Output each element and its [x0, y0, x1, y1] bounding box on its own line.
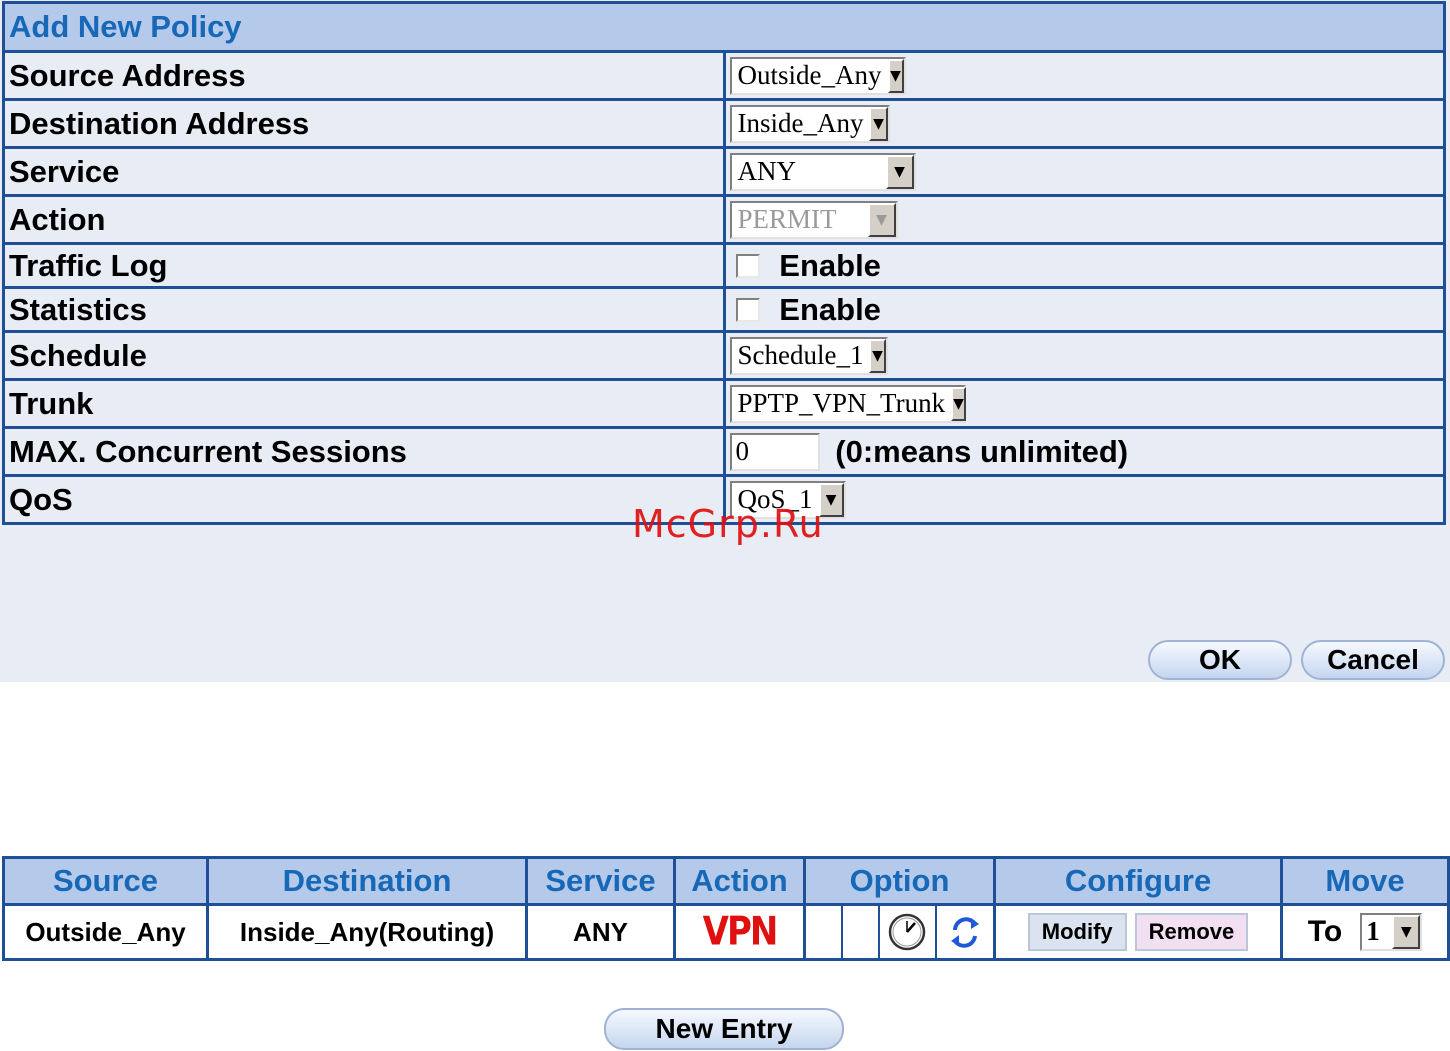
chevron-down-icon[interactable]: ▼ — [885, 154, 914, 189]
row-move: To 1 ▼ — [1280, 903, 1450, 961]
vpn-icon: VPN — [702, 909, 779, 955]
add-policy-panel: Add New Policy Source Address Outside_An… — [0, 0, 1450, 682]
table-row: Outside_Any Inside_Any(Routing) ANY VPN — [2, 903, 1450, 961]
new-entry-button[interactable]: New Entry — [604, 1008, 844, 1050]
traffic-log-checkbox[interactable] — [735, 253, 760, 278]
qos-label: QoS — [2, 474, 726, 525]
watermark-text: McGrp.Ru — [632, 502, 824, 546]
action-value: PERMIT — [737, 203, 837, 234]
move-position-value: 1 — [1366, 916, 1380, 946]
row-source: Outside_Any — [2, 903, 209, 961]
trunk-value: PPTP_VPN_Trunk — [737, 387, 946, 418]
destination-address-value: Inside_Any — [737, 107, 864, 138]
max-sessions-hint: (0:means unlimited) — [835, 433, 1129, 469]
row-configure: Modify Remove — [993, 903, 1283, 961]
form-title: Add New Policy — [2, 1, 1446, 53]
header-configure: Configure — [993, 856, 1283, 906]
chevron-down-icon[interactable]: ▼ — [887, 58, 904, 93]
ok-button[interactable]: OK — [1148, 640, 1292, 680]
chevron-down-icon: ▼ — [867, 202, 896, 237]
header-move: Move — [1280, 856, 1450, 906]
header-destination: Destination — [206, 856, 528, 906]
trunk-label: Trunk — [2, 378, 726, 429]
max-sessions-input[interactable]: 0 — [729, 432, 820, 471]
statistics-label: Statistics — [2, 286, 726, 333]
source-address-value: Outside_Any — [737, 59, 882, 90]
schedule-label: Schedule — [2, 330, 726, 381]
option-empty-2 — [843, 906, 881, 958]
row-service: ANY — [525, 903, 676, 961]
header-action: Action — [673, 856, 806, 906]
destination-address-label: Destination Address — [2, 98, 726, 149]
header-service: Service — [525, 856, 676, 906]
service-label: Service — [2, 146, 726, 197]
trunk-select[interactable]: PPTP_VPN_Trunk ▼ — [729, 384, 966, 423]
cancel-button[interactable]: Cancel — [1301, 640, 1445, 680]
policy-list-table: Source Destination Service Action Option… — [2, 856, 1450, 961]
traffic-log-enable-label: Enable — [779, 247, 881, 283]
statistics-enable-label: Enable — [779, 291, 881, 327]
destination-address-select[interactable]: Inside_Any ▼ — [729, 104, 890, 143]
action-label: Action — [2, 194, 726, 245]
source-address-select[interactable]: Outside_Any ▼ — [729, 56, 906, 95]
max-sessions-label: MAX. Concurrent Sessions — [2, 426, 726, 477]
chevron-down-icon[interactable]: ▼ — [951, 386, 966, 421]
service-select[interactable]: ANY ▼ — [729, 152, 916, 191]
service-value: ANY — [737, 155, 797, 186]
chevron-down-icon[interactable]: ▼ — [869, 106, 888, 141]
schedule-select[interactable]: Schedule_1 ▼ — [729, 336, 888, 375]
header-option: Option — [803, 856, 996, 906]
row-action: VPN — [673, 903, 806, 961]
clock-icon — [880, 906, 937, 958]
modify-button[interactable]: Modify — [1027, 913, 1127, 951]
chevron-down-icon[interactable]: ▼ — [869, 338, 886, 373]
statistics-checkbox[interactable] — [735, 297, 760, 322]
header-source: Source — [2, 856, 209, 906]
remove-button[interactable]: Remove — [1134, 913, 1249, 951]
schedule-value: Schedule_1 — [737, 339, 864, 370]
option-empty-1 — [806, 906, 844, 958]
vpn-trunk-icon[interactable] — [937, 906, 993, 958]
move-position-select[interactable]: 1 ▼ — [1360, 913, 1423, 951]
policy-form-table: Add New Policy Source Address Outside_An… — [2, 1, 1446, 525]
move-to-label: To — [1307, 915, 1343, 948]
row-option — [803, 903, 996, 961]
action-select: PERMIT ▼ — [729, 200, 898, 239]
source-address-label: Source Address — [2, 50, 726, 101]
chevron-down-icon[interactable]: ▼ — [1392, 915, 1421, 949]
traffic-log-label: Traffic Log — [2, 242, 726, 289]
row-destination: Inside_Any(Routing) — [206, 903, 528, 961]
